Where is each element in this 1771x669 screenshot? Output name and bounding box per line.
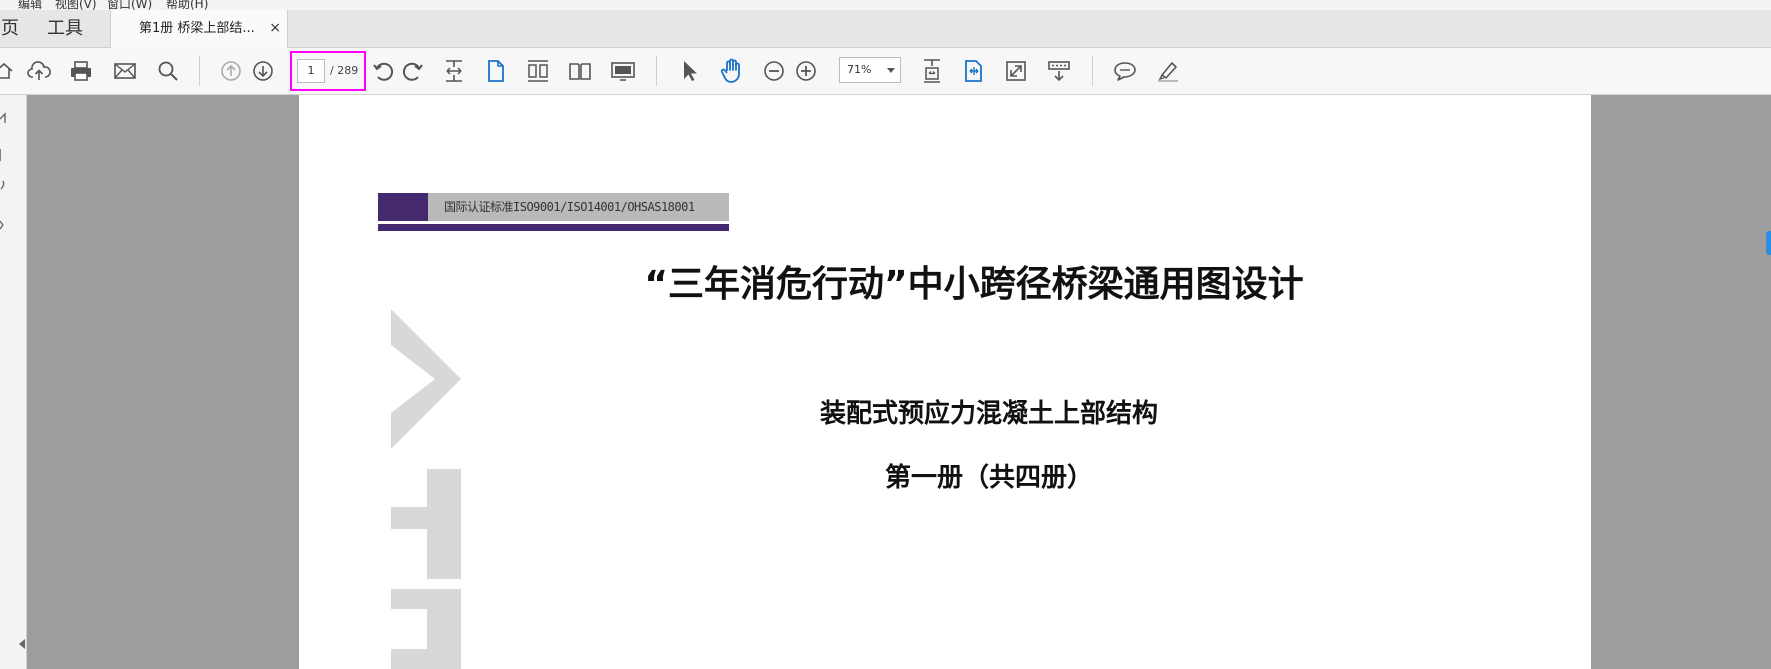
page-number-control: 1 / 289 xyxy=(290,51,366,91)
certification-banner: 国际认证标准ISO9001/ISO14001/OHSAS18001 xyxy=(378,193,729,221)
fit-page-icon[interactable] xyxy=(918,57,946,85)
menu-window[interactable]: 窗口(W) xyxy=(107,0,152,10)
single-page-icon[interactable] xyxy=(482,57,510,85)
cloud-upload-icon[interactable] xyxy=(25,57,53,85)
document-subtitle: 装配式预应力混凝土上部结构 xyxy=(819,399,1158,429)
highlight-pen-icon[interactable] xyxy=(1154,57,1182,85)
toolbar-separator xyxy=(199,56,200,86)
rotate-counterclockwise-icon[interactable] xyxy=(370,57,398,85)
chevron-down-icon[interactable] xyxy=(887,68,895,73)
watermark-letters xyxy=(391,309,461,669)
two-page-icon[interactable] xyxy=(566,57,594,85)
zoom-out-icon[interactable] xyxy=(760,57,788,85)
next-page-icon[interactable] xyxy=(249,57,277,85)
menu-edit[interactable]: 编辑 xyxy=(18,0,42,10)
document-volume: 第一册（共四册） xyxy=(884,463,1093,493)
two-page-scroll-icon[interactable] xyxy=(524,57,552,85)
print-icon[interactable] xyxy=(67,57,95,85)
zoom-in-icon[interactable] xyxy=(792,57,820,85)
tab-home[interactable]: 主页 xyxy=(0,10,19,47)
close-tab-icon[interactable]: × xyxy=(269,10,281,47)
menu-help[interactable]: 帮助(H) xyxy=(166,0,208,10)
tab-document[interactable]: 第1册 桥梁上部结... × xyxy=(110,10,288,48)
rotate-clockwise-icon[interactable] xyxy=(398,57,426,85)
full-screen-icon[interactable] xyxy=(1002,57,1030,85)
select-cursor-icon[interactable] xyxy=(675,57,703,85)
right-pane-toggle[interactable] xyxy=(1766,231,1771,255)
document-title: “三年消危行动”中小跨径桥梁通用图设计 xyxy=(644,264,1304,305)
toolbar: 1 / 289 71% xyxy=(0,48,1771,95)
tab-bar: 主页 工具 第1册 桥梁上部结... × xyxy=(0,10,1771,48)
tab-tools[interactable]: 工具 xyxy=(47,10,83,47)
comment-icon[interactable] xyxy=(1111,57,1139,85)
brand-block xyxy=(378,193,428,221)
tab-document-title: 第1册 桥梁上部结... xyxy=(139,21,255,36)
navigation-pane xyxy=(0,95,27,669)
menu-view[interactable]: 视图(V) xyxy=(55,0,97,10)
zoom-select[interactable]: 71% xyxy=(839,57,901,83)
document-page: 国际认证标准ISO9001/ISO14001/OHSAS18001 “三年消危行… xyxy=(299,95,1591,669)
certification-text: 国际认证标准ISO9001/ISO14001/OHSAS18001 xyxy=(444,200,695,214)
page-number-input[interactable]: 1 xyxy=(297,59,325,83)
hand-tool-icon[interactable] xyxy=(718,57,746,85)
fit-width-icon[interactable] xyxy=(440,57,468,85)
read-mode-icon[interactable] xyxy=(1045,57,1073,85)
mail-icon[interactable] xyxy=(111,57,139,85)
collapse-panel-icon[interactable] xyxy=(19,639,25,649)
marquee-zoom-icon[interactable] xyxy=(960,57,988,85)
prev-page-icon[interactable] xyxy=(217,57,245,85)
home-icon[interactable] xyxy=(0,57,18,85)
brand-underline xyxy=(378,224,729,231)
toolbar-separator xyxy=(1092,56,1093,86)
navigation-pane-icons xyxy=(0,112,6,230)
document-viewport[interactable]: 国际认证标准ISO9001/ISO14001/OHSAS18001 “三年消危行… xyxy=(27,95,1771,669)
zoom-value: 71% xyxy=(847,63,872,76)
search-icon[interactable] xyxy=(154,57,182,85)
menu-bar: 编辑 视图(V) 窗口(W) 帮助(H) xyxy=(0,0,1771,10)
presentation-icon[interactable] xyxy=(609,57,637,85)
page-total: / 289 xyxy=(330,64,359,77)
toolbar-separator xyxy=(656,56,657,86)
